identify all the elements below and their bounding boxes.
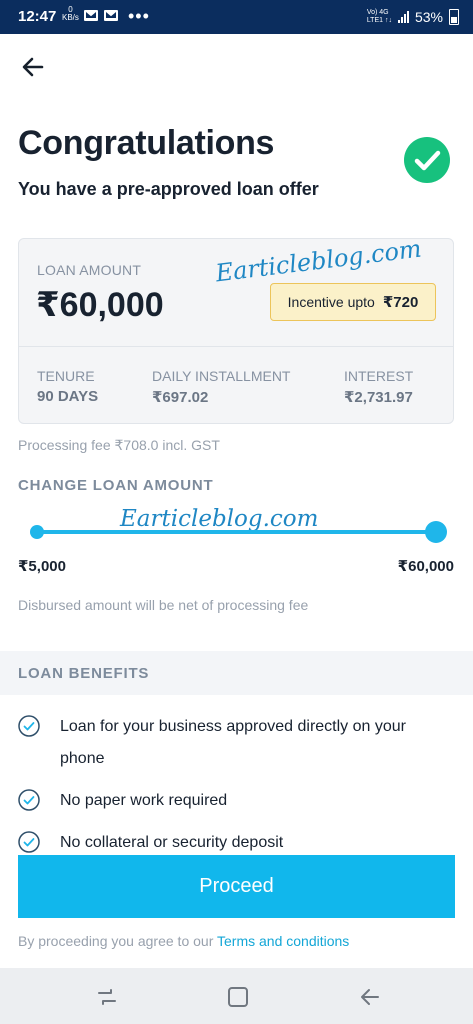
tenure-stat: TENURE 90 DAYS <box>37 368 98 405</box>
benefit-item: No paper work required <box>18 785 448 817</box>
card-divider <box>19 346 453 347</box>
status-time: 12:47 <box>18 8 57 25</box>
net-speed: 0 KB/s <box>62 5 79 22</box>
processing-fee-note: Processing fee ₹708.0 incl. GST <box>18 437 220 453</box>
interest-label: INTEREST <box>344 368 414 384</box>
loan-amount-value: ₹60,000 <box>36 286 164 324</box>
tenure-label: TENURE <box>37 368 95 384</box>
disbursement-note: Disbursed amount will be net of processi… <box>18 597 309 613</box>
more-notifications-icon: ••• <box>128 6 150 26</box>
daily-installment-label: DAILY INSTALLMENT <box>152 368 291 384</box>
mail-notification-icon <box>104 10 118 21</box>
page-title: Congratulations <box>18 124 275 162</box>
terms-link[interactable]: Terms and conditions <box>217 933 349 949</box>
battery-percent: 53% <box>414 9 443 25</box>
watermark: Earticleblog.com <box>214 234 424 288</box>
battery-icon <box>449 9 459 25</box>
system-back-button[interactable] <box>357 984 383 1010</box>
signal-icon <box>397 11 409 23</box>
back-icon <box>361 989 379 1005</box>
check-circle-outline-icon <box>18 789 40 811</box>
back-button[interactable] <box>18 52 48 82</box>
slider-start-dot <box>30 525 44 539</box>
slider-min-label: ₹5,000 <box>18 558 66 575</box>
check-circle-outline-icon <box>18 831 40 853</box>
benefits-heading: LOAN BENEFITS <box>18 665 150 682</box>
incentive-badge: Incentive upto ₹720 <box>270 283 436 321</box>
incentive-label: Incentive upto <box>287 294 375 310</box>
loan-amount-label: LOAN AMOUNT <box>37 262 142 278</box>
terms-prefix: By proceeding you agree to our <box>18 933 214 949</box>
check-circle-outline-icon <box>18 715 40 737</box>
benefits-header: LOAN BENEFITS <box>0 651 473 695</box>
loan-amount-slider[interactable] <box>36 530 436 534</box>
status-bar: 12:47 0 KB/s ••• Vo) 4G LTE1 ↑↓ 53% <box>0 0 473 34</box>
home-icon <box>228 987 248 1007</box>
slider-handle[interactable] <box>425 521 447 543</box>
change-amount-heading: CHANGE LOAN AMOUNT <box>18 477 214 494</box>
benefit-text: Loan for your business approved directly… <box>60 718 406 767</box>
loan-summary-card: LOAN AMOUNT ₹60,000 Earticleblog.com Inc… <box>18 234 454 424</box>
recent-apps-icon <box>98 989 116 1005</box>
home-button[interactable] <box>225 984 251 1010</box>
system-nav-bar <box>0 968 473 1024</box>
proceed-button[interactable]: Proceed <box>18 855 455 918</box>
page-subtitle: You have a pre-approved loan offer <box>18 179 319 199</box>
daily-installment-value: ₹697.02 <box>152 389 209 406</box>
network-indicator: Vo) 4G LTE1 ↑↓ <box>366 9 392 24</box>
mail-notification-icon <box>84 10 98 21</box>
terms-note: By proceeding you agree to our Terms and… <box>18 933 349 949</box>
check-circle-icon <box>404 137 450 183</box>
watermark: Earticleblog.com <box>120 506 319 532</box>
recent-apps-button[interactable] <box>94 984 120 1010</box>
slider-max-label: ₹60,000 <box>397 558 454 575</box>
incentive-value: ₹720 <box>382 294 419 311</box>
interest-value: ₹2,731.97 <box>344 389 413 406</box>
arrow-left-icon <box>22 57 44 77</box>
daily-installment-stat: DAILY INSTALLMENT ₹697.02 <box>152 368 290 406</box>
benefit-text: No paper work required <box>60 792 228 809</box>
benefit-item: Loan for your business approved directly… <box>18 711 448 775</box>
tenure-value: 90 DAYS <box>37 388 99 405</box>
interest-stat: INTEREST ₹2,731.97 <box>344 368 413 406</box>
